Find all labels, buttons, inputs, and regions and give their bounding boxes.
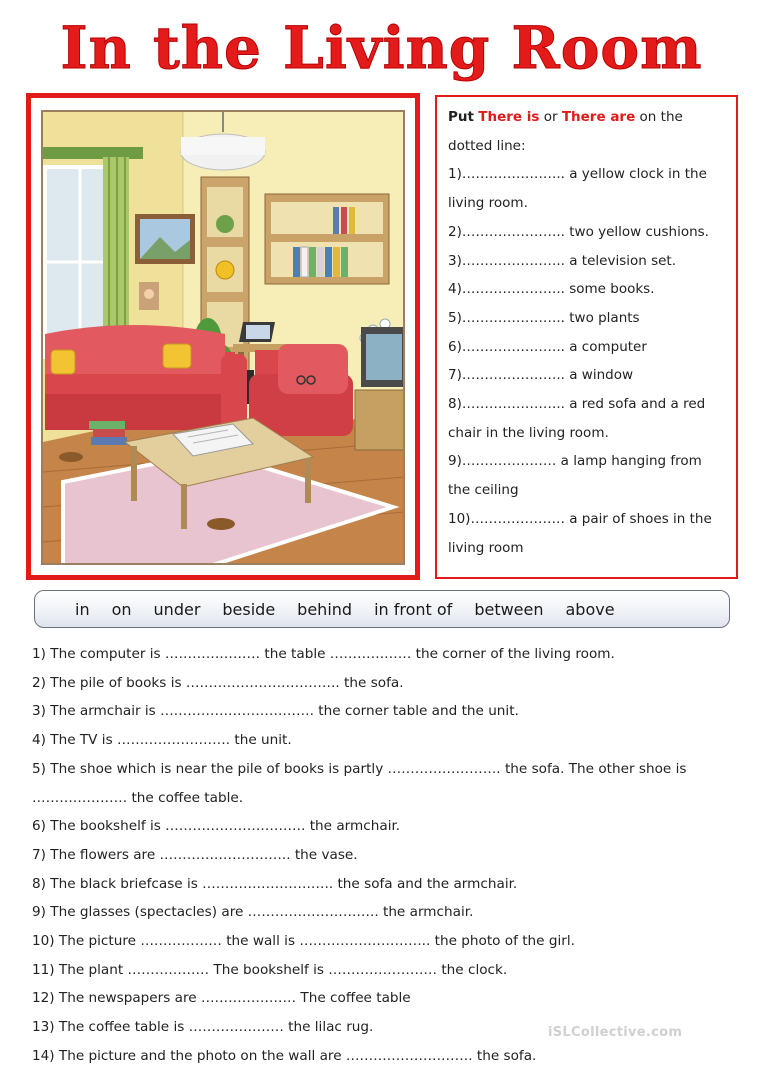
preposition-word: in [75,599,90,619]
instruction-rest: on the [639,109,683,125]
exercise-instruction-line2: dotted line: [448,137,526,154]
sentence-line: 1) The computer is ………………… the table ………… [32,646,615,662]
sentence-line: 11) The plant ……………… The bookshelf is ……… [32,961,508,978]
sentence-line: 9) The glasses (spectacles) are ……………………… [32,904,474,921]
preposition-word: behind [297,599,353,619]
exercise-line: the ceiling [448,482,519,499]
preposition-word: above [565,599,615,619]
preposition-word: beside [222,599,276,619]
exercise-line: 4)………………….. some books. [448,281,655,298]
exercise-line: 8)………………….. a red sofa and a red [448,396,706,413]
illustration-frame [26,93,420,580]
watermark: iSLCollective.com [548,1025,683,1040]
exercise-line: chair in the living room. [448,424,609,441]
sentence-line: ………………… the coffee table. [32,789,244,806]
exercise-line: living room. [448,195,528,212]
exercise-line: 5)………………….. two plants [448,309,640,326]
instruction-put: Put [448,109,474,125]
preposition-word: under [153,599,201,619]
page-title: In the Living Room [60,14,703,83]
sentence-line: 5) The shoe which is near the pile of bo… [32,760,687,777]
sentence-line: 12) The newspapers are ………………… The coffe… [32,990,411,1007]
sentence-line: 2) The pile of books is ……………………………. the… [32,674,404,691]
exercise-line: living room [448,539,524,556]
exercise-there-is-there-are: Put There is or There are on the dotted … [435,95,738,579]
instruction-there-is: There is [478,109,540,125]
living-room-drawing [43,112,403,563]
sentence-line: 3) The armchair is ……………………………. the corn… [32,703,519,720]
instruction-there-are: There are [561,109,636,125]
sentence-line: 7) The flowers are ……………………….. the vase. [32,846,358,863]
sentence-line: 6) The bookshelf is …………………………. the armc… [32,818,401,835]
exercise-line: 2)………………….. two yellow cushions. [448,223,709,240]
preposition-word: between [474,599,544,619]
living-room-illustration [41,110,405,565]
exercise-line: 1)………………….. a yellow clock in the [448,166,707,183]
sentence-line: 4) The TV is ……………………. the unit. [32,732,292,749]
exercise-line: 9)………………… a lamp hanging from [448,453,702,470]
preposition-word: in front of [374,599,453,619]
exercise-line: 7)………………….. a window [448,367,634,384]
preposition-word-bank: in on under beside behind in front of be… [34,590,730,628]
exercise-line: 10)………………… a pair of shoes in the [448,510,712,527]
instruction-or: or [543,109,558,125]
sentence-line: 10) The picture ……………… the wall is ……………… [32,933,575,950]
exercise-line: 3)………………….. a television set. [448,252,677,269]
sentence-line: 14) The picture and the photo on the wal… [32,1047,537,1064]
preposition-word: on [111,599,132,619]
sentence-line: 8) The black briefcase is ……………………….. th… [32,875,518,892]
preposition-exercise: 1) The computer is ………………… the table ………… [32,640,732,1071]
exercise-instruction: Put There is or There are on the [448,103,726,132]
exercise-line: 6)………………….. a computer [448,338,647,355]
